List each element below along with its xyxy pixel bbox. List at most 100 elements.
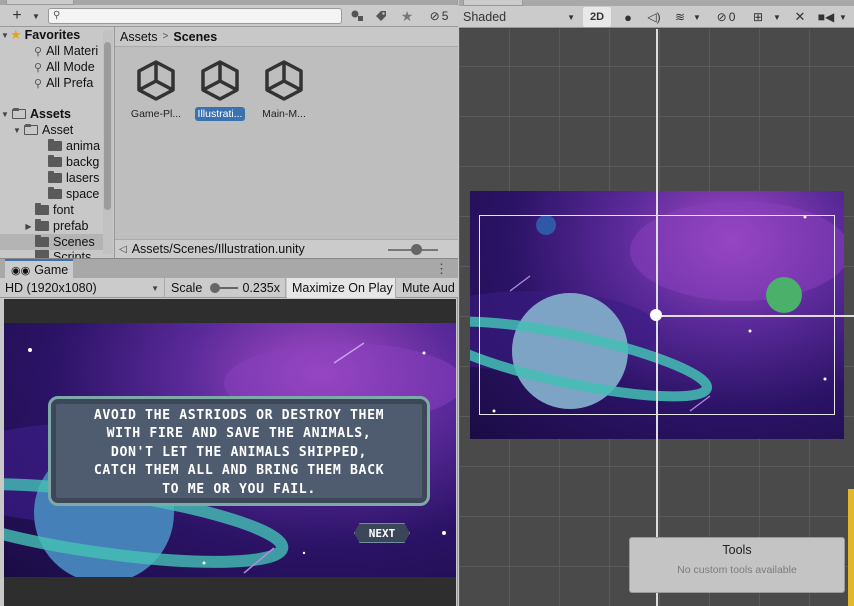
game-toolbar: HD (1920x1080) ▼ Scale 0.235x Maximize O…	[0, 278, 458, 298]
tree-item-assets[interactable]: ▼ Assets	[0, 106, 104, 122]
tools-title: Tools	[722, 543, 752, 557]
scene-visibility-toggle[interactable]: ⊘ 0	[709, 7, 743, 27]
camera-gizmo-icon[interactable]	[650, 309, 662, 321]
mute-label: Mute Aud	[402, 281, 455, 295]
scene-file-icon: ◁	[119, 243, 127, 255]
tools-icon[interactable]: ✕	[789, 7, 811, 27]
shading-mode-dropdown[interactable]: Shaded ▼	[461, 7, 579, 27]
search-icon: ⚲	[34, 77, 43, 90]
tree-item-background[interactable]: backg	[0, 154, 104, 170]
lighting-toggle-icon[interactable]: ●	[617, 7, 639, 27]
scale-slider[interactable]: Scale 0.235x	[166, 278, 286, 298]
selected-asset-path: ◁ Assets/Scenes/Illustration.unity	[115, 239, 458, 258]
game-screen: AVOID THE ASTRIODS OR DESTROY THEM WITH …	[4, 323, 456, 577]
scene-view[interactable]: Tools No custom tools available	[459, 29, 854, 606]
favorites-row[interactable]: ▼ ★ Favorites	[0, 27, 104, 43]
instructions-line: CATCH THEM ALL AND BRING THEM BACK	[93, 463, 385, 479]
tree-item-label: backg	[66, 155, 100, 169]
favorites-item-label: All Materi	[46, 44, 99, 58]
add-dropdown-arrow-icon[interactable]: ▼	[30, 7, 42, 25]
unity-scene-icon	[265, 60, 303, 101]
tree-item-scenes[interactable]: Scenes	[0, 234, 104, 250]
resolution-dropdown[interactable]: HD (1920x1080) ▼	[0, 278, 165, 298]
tree-item-asset-sub[interactable]: ▼ Asset	[0, 122, 104, 138]
object-edge[interactable]	[848, 489, 854, 606]
expand-arrow-icon[interactable]: ▼	[0, 110, 10, 119]
camera-icon[interactable]: ■◀	[815, 7, 837, 27]
instructions-text: AVOID THE ASTRIODS OR DESTROY THEM WITH …	[59, 407, 419, 499]
scene-panel: Shaded ▼ 2D ● ◁) ≋ ▼ ⊘ 0 ⊞ ▼ ✕ ■◀ ▼ Tool…	[459, 0, 854, 606]
effects-dropdown-arrow-icon[interactable]: ▼	[691, 7, 703, 27]
tab-game-label: Game	[34, 263, 69, 277]
breadcrumb-separator-icon: >	[162, 31, 169, 42]
project-assets-area: Assets > Scenes Game-Pl... Illustrati...…	[114, 27, 458, 258]
dropdown-arrow-icon: ▼	[151, 283, 159, 293]
favorites-item-materials[interactable]: ⚲ All Materi	[0, 43, 104, 59]
collapse-arrow-icon[interactable]: ▶	[22, 222, 35, 231]
tab-game[interactable]: ◉◉ Game	[5, 259, 73, 279]
tree-item-prefab[interactable]: ▶ prefab	[0, 218, 104, 234]
icon-size-slider-knob[interactable]	[411, 244, 422, 255]
expand-arrow-icon[interactable]: ▼	[12, 126, 22, 135]
search-by-type-icon[interactable]	[347, 7, 367, 25]
gamepad-icon: ◉◉	[11, 264, 31, 277]
tree-item-space[interactable]: space	[0, 186, 104, 202]
eye-slash-icon: ⊘	[716, 10, 727, 24]
breadcrumb-scenes[interactable]: Scenes	[173, 30, 217, 44]
folder-icon	[35, 250, 49, 258]
tree-item-label: Scenes	[53, 235, 95, 249]
favorites-item-label: All Prefa	[46, 76, 94, 90]
scale-track[interactable]	[210, 283, 239, 293]
mute-audio-toggle[interactable]: Mute Aud	[397, 278, 458, 298]
asset-label: Main-M...	[262, 108, 306, 120]
tree-item-label: prefab	[53, 219, 89, 233]
grid-snap-icon[interactable]: ⊞	[747, 7, 769, 27]
tree-scrollbar[interactable]	[103, 30, 113, 254]
favorite-star-icon[interactable]: ★	[397, 7, 417, 25]
add-button[interactable]: +	[6, 7, 28, 25]
tools-overlay[interactable]: Tools No custom tools available	[629, 537, 845, 593]
next-button[interactable]: NEXT	[354, 523, 410, 543]
instructions-line: WITH FIRE AND SAVE THE ANIMALS,	[106, 426, 372, 442]
x-axis-line	[656, 315, 854, 317]
asset-illustration[interactable]: Illustrati...	[189, 59, 251, 127]
tree-scrollbar-thumb[interactable]	[104, 42, 111, 210]
asset-main-menu[interactable]: Main-M...	[253, 59, 315, 127]
search-input[interactable]	[65, 9, 335, 23]
asset-game-play[interactable]: Game-Pl...	[125, 59, 187, 127]
expand-arrow-icon[interactable]: ▼	[0, 31, 10, 40]
effects-toggle-icon[interactable]: ≋	[669, 7, 691, 27]
folder-icon	[48, 139, 62, 151]
scale-label: Scale	[171, 281, 203, 295]
camera-dropdown-arrow-icon[interactable]: ▼	[837, 7, 849, 27]
more-options-icon[interactable]: ⋮	[435, 261, 448, 277]
maximize-label: Maximize On Play	[292, 281, 393, 295]
favorites-item-prefabs[interactable]: ⚲ All Prefa	[0, 75, 104, 91]
search-icon: ⚲	[53, 10, 61, 21]
tree-item-lasers[interactable]: lasers	[0, 170, 104, 186]
instructions-dialog: AVOID THE ASTRIODS OR DESTROY THEM WITH …	[48, 396, 430, 506]
tree-item-animals[interactable]: anima	[0, 138, 104, 154]
breadcrumb-assets[interactable]: Assets	[120, 30, 158, 44]
asset-label: Illustrati...	[194, 107, 246, 121]
grid-dropdown-arrow-icon[interactable]: ▼	[771, 7, 783, 27]
next-label: NEXT	[368, 526, 396, 540]
toggle-2d-button[interactable]: 2D	[583, 7, 611, 27]
hidden-packages-toggle[interactable]: ⊘ 5	[424, 7, 454, 25]
favorites-label: Favorites	[24, 28, 81, 42]
scale-value: 0.235x	[242, 281, 280, 295]
scene-toolbar: Shaded ▼ 2D ● ◁) ≋ ▼ ⊘ 0 ⊞ ▼ ✕ ■◀ ▼	[459, 6, 854, 28]
tree-item-label: anima	[66, 139, 101, 153]
project-folder-tree: ▼ ★ Favorites ⚲ All Materi ⚲ All Mode ⚲ …	[0, 27, 104, 258]
project-search-box[interactable]: ⚲	[48, 8, 342, 24]
game-view[interactable]: AVOID THE ASTRIODS OR DESTROY THEM WITH …	[4, 299, 456, 606]
favorites-item-models[interactable]: ⚲ All Mode	[0, 59, 104, 75]
tree-item-font[interactable]: font	[0, 202, 104, 218]
instructions-line: AVOID THE ASTRIODS OR DESTROY THEM	[93, 408, 385, 423]
search-by-label-icon[interactable]	[371, 7, 391, 25]
search-icon: ⚲	[34, 45, 43, 58]
tree-item-label: Asset	[42, 123, 74, 137]
tree-item-scripts[interactable]: Scripts	[0, 250, 104, 258]
audio-toggle-icon[interactable]: ◁)	[643, 7, 665, 27]
maximize-on-play-toggle[interactable]: Maximize On Play	[287, 278, 396, 298]
